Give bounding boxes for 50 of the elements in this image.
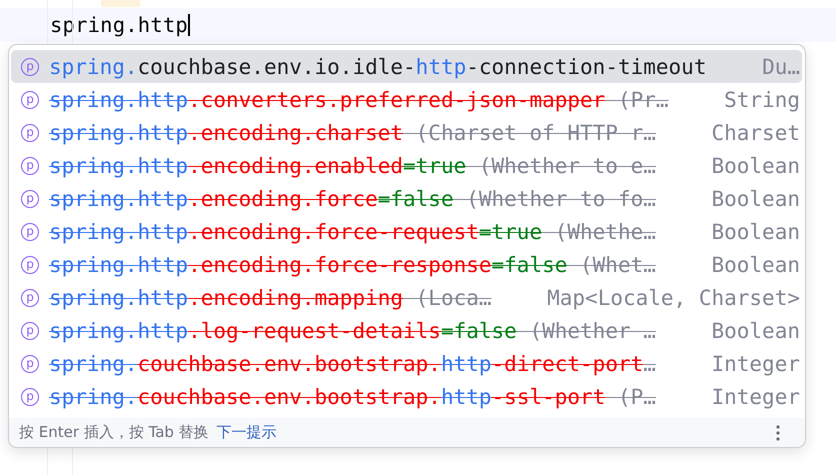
property-name: spring.http.log-request-details=false (Whether … bbox=[49, 318, 656, 342]
property-icon: p bbox=[21, 256, 39, 274]
completion-item[interactable]: p spring.http.encoding.force-response=false (Whet… Boolean bbox=[11, 248, 802, 281]
property-type: Integer bbox=[710, 352, 800, 376]
more-icon[interactable] bbox=[775, 424, 781, 442]
property-name: spring.couchbase.env.bootstrap.http-ssl-port (P… bbox=[49, 384, 656, 408]
property-type: Du… bbox=[761, 54, 800, 78]
property-name: spring.http.encoding.force-response=false (Whet… bbox=[49, 252, 656, 276]
completion-item[interactable]: p spring.couchbase.env.bootstrap.http-direct-port… Integer bbox=[11, 347, 802, 380]
code-line[interactable]: spring.http bbox=[50, 13, 188, 37]
next-tip-link[interactable]: 下一提示 bbox=[216, 423, 277, 442]
property-icon: p bbox=[21, 222, 39, 240]
property-name: spring.http.encoding.charset (Charset of HTTP r… bbox=[49, 120, 656, 144]
completion-item[interactable]: p spring.couchbase.env.io.idle-http-connection-timeout Du… bbox=[11, 50, 802, 83]
property-type: String bbox=[723, 88, 800, 112]
property-icon: p bbox=[21, 388, 39, 406]
property-name: spring.http.converters.preferred-json-mapper (Pr… bbox=[49, 88, 669, 112]
property-icon: p bbox=[21, 156, 39, 174]
property-icon: p bbox=[21, 288, 39, 306]
property-type: Boolean bbox=[710, 318, 800, 342]
property-name: spring.http.encoding.force=false (Whether to fo… bbox=[49, 186, 656, 210]
completion-item[interactable]: p spring.http.encoding.enabled=true (Whether to e… Boolean bbox=[11, 149, 802, 182]
property-type: Integer bbox=[710, 384, 800, 408]
completion-item[interactable]: p spring.http.encoding.charset (Charset of HTTP r… Charset bbox=[11, 116, 802, 149]
property-icon: p bbox=[21, 354, 39, 372]
property-icon: p bbox=[21, 322, 39, 340]
property-name: spring.couchbase.env.io.idle-http-connection-timeout bbox=[49, 54, 706, 78]
property-icon: p bbox=[21, 90, 39, 108]
property-type: Map<Locale, Charset> bbox=[546, 286, 800, 310]
property-icon: p bbox=[21, 124, 39, 142]
completion-item[interactable]: p spring.http.converters.preferred-json-mapper (Pr… String bbox=[11, 83, 802, 116]
property-type: Boolean bbox=[710, 252, 800, 276]
property-name: spring.http.encoding.enabled=true (Whether to e… bbox=[49, 154, 656, 178]
bracket-highlight bbox=[101, 0, 140, 7]
completion-item[interactable]: p spring.couchbase.env.bootstrap.http-ssl-port (P… Integer bbox=[11, 380, 802, 413]
property-icon: p bbox=[21, 190, 39, 208]
property-name: spring.http.encoding.force-request=true (Whethe… bbox=[49, 220, 656, 244]
property-name: spring.couchbase.env.bootstrap.http-direct-port… bbox=[49, 352, 656, 376]
text-caret bbox=[188, 14, 190, 36]
shortcut-hint: 按 Enter 插入，按 Tab 替换 bbox=[19, 423, 209, 442]
completion-item[interactable]: p spring.http.encoding.force=false (Whether to fo… Boolean bbox=[11, 182, 802, 215]
completion-item[interactable]: p spring.http.encoding.mapping (Loca… Map<Locale, Charset> bbox=[11, 281, 802, 314]
property-type: Boolean bbox=[710, 220, 800, 244]
property-type: Charset bbox=[710, 120, 800, 144]
property-name: spring.http.encoding.mapping (Loca… bbox=[49, 286, 492, 310]
completion-item[interactable]: p spring.http.encoding.force-request=true (Whethe… Boolean bbox=[11, 215, 802, 248]
property-icon: p bbox=[21, 58, 39, 76]
property-type: Boolean bbox=[710, 154, 800, 178]
property-type: Boolean bbox=[710, 186, 800, 210]
completion-item[interactable]: p spring.http.log-request-details=false (Whether … Boolean bbox=[11, 314, 802, 347]
